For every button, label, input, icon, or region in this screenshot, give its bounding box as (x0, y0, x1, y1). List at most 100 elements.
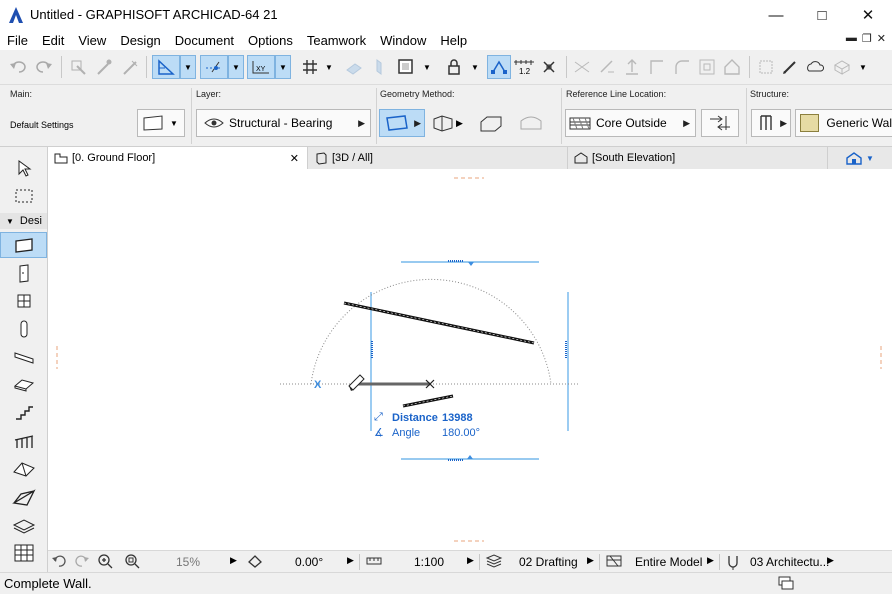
geometry-polygonal-button[interactable] (478, 109, 508, 137)
eyedropper-icon[interactable] (92, 55, 116, 79)
menu-document[interactable]: Document (168, 33, 241, 48)
tracker-distance-row[interactable]: ⤢ Distance 13988 (374, 410, 494, 425)
curtain-wall-tool[interactable] (0, 540, 47, 566)
arrow-select-tool[interactable] (0, 155, 47, 181)
structure-type-selector[interactable]: ▶ (751, 109, 791, 137)
3d-view-dropdown-icon[interactable]: ▼ (856, 55, 870, 79)
rotation-dropdown-icon[interactable]: ▶ (347, 555, 354, 566)
pick-up-parameters-icon[interactable] (66, 55, 90, 79)
zoom-dropdown-icon[interactable]: ▶ (230, 555, 237, 566)
distance-value[interactable]: 13988 (442, 412, 473, 424)
navigator-views-button[interactable]: ▼ (844, 150, 874, 166)
lock-dropdown-icon[interactable]: ▼ (468, 55, 482, 79)
minimize-button[interactable]: — (753, 0, 799, 30)
dimensions-icon[interactable]: 1.2 (512, 55, 536, 79)
redo-view-icon[interactable] (74, 553, 90, 572)
guide-lines-dropdown-icon[interactable]: ▼ (180, 55, 196, 79)
doc-close-icon[interactable]: ✕ (877, 32, 886, 45)
tracker-angle-row[interactable]: ∡ Angle 180.00° (374, 425, 494, 440)
grid-snap-dropdown-icon[interactable]: ▼ (322, 55, 336, 79)
tab-ground-floor[interactable]: [0. Ground Floor] ✕ (48, 147, 308, 169)
lock-icon[interactable] (442, 55, 466, 79)
grid-snap-icon[interactable] (298, 55, 322, 79)
adjust-icon[interactable] (595, 55, 619, 79)
pen-set-value[interactable]: 03 Architectu... (750, 555, 829, 569)
mesh-tool[interactable] (0, 512, 47, 538)
window-tool[interactable] (0, 288, 47, 314)
menu-view[interactable]: View (71, 33, 113, 48)
geometry-straight-button[interactable]: ▶ (379, 109, 425, 137)
wall-tool[interactable] (0, 232, 47, 258)
rotation-angle-value[interactable]: 0.00° (295, 555, 323, 569)
menu-file[interactable]: File (0, 33, 35, 48)
scale-dropdown-icon[interactable]: ▶ (467, 555, 474, 566)
maximize-button[interactable]: □ (799, 0, 845, 30)
3d-view-icon[interactable] (830, 55, 854, 79)
menu-options[interactable]: Options (241, 33, 300, 48)
cloud-icon[interactable] (803, 55, 827, 79)
tab-3d-all[interactable]: [3D / All] (308, 147, 568, 169)
zoom-in-icon[interactable] (97, 553, 113, 572)
layer-box-icon[interactable] (394, 55, 418, 79)
wall-settings-button[interactable]: ▼ (137, 109, 185, 137)
edit-pen-icon[interactable] (778, 55, 802, 79)
model-view-dropdown-icon[interactable]: ▶ (707, 555, 714, 566)
menu-window[interactable]: Window (373, 33, 433, 48)
menu-teamwork[interactable]: Teamwork (300, 33, 373, 48)
shell-tool[interactable] (0, 484, 47, 510)
geometry-trapezoid-button[interactable]: ▶ (430, 109, 470, 137)
floor-plan-canvas[interactable]: X ⤢ Distance 13988 ∡ Angle 180.00° (48, 169, 892, 550)
reference-line-selector[interactable]: Core Outside ▶ (565, 109, 696, 137)
layer-combination-dropdown-icon[interactable]: ▶ (587, 555, 594, 566)
layer-selector[interactable]: Structural - Bearing ▶ (196, 109, 371, 137)
split-icon[interactable] (570, 55, 594, 79)
beam-tool[interactable] (0, 344, 47, 370)
guide-lines-icon[interactable] (152, 55, 180, 79)
layer-combination-value[interactable]: 02 Drafting (519, 555, 578, 569)
design-section-header[interactable]: ▼ Desi (0, 213, 47, 229)
slab-tool[interactable] (0, 372, 47, 398)
relative-construction-icon[interactable]: XY (247, 55, 275, 79)
rotate-view-icon[interactable] (247, 554, 263, 571)
railing-tool[interactable] (0, 428, 47, 454)
flip-reference-button[interactable] (701, 109, 739, 137)
menu-edit[interactable]: Edit (35, 33, 71, 48)
close-tab-icon[interactable]: ✕ (290, 152, 299, 165)
close-button[interactable]: ✕ (845, 0, 891, 30)
snap-guides-dropdown-icon[interactable]: ▼ (228, 55, 244, 79)
tab-south-elevation[interactable]: [South Elevation] (568, 147, 828, 169)
undo-view-icon[interactable] (51, 553, 67, 572)
undo-icon[interactable] (6, 55, 30, 79)
vertical-plane-icon[interactable] (366, 55, 390, 79)
syringe-icon[interactable] (118, 55, 142, 79)
relative-construction-dropdown-icon[interactable]: ▼ (275, 55, 291, 79)
window-mode-icon[interactable] (777, 575, 795, 594)
fit-in-window-icon[interactable] (124, 553, 140, 572)
zoom-value[interactable]: 15% (176, 555, 200, 569)
column-tool[interactable] (0, 260, 47, 286)
model-view-value[interactable]: Entire Model (635, 555, 702, 569)
redo-icon[interactable] (32, 55, 56, 79)
menu-design[interactable]: Design (113, 33, 167, 48)
fillet-icon[interactable] (670, 55, 694, 79)
angle-value[interactable]: 180.00° (442, 427, 480, 439)
marquee-tool[interactable] (0, 183, 47, 209)
layer-box-dropdown-icon[interactable]: ▼ (420, 55, 434, 79)
elevate-icon[interactable] (620, 55, 644, 79)
suspend-groups-icon[interactable] (487, 55, 511, 79)
stair-tool[interactable] (0, 400, 47, 426)
door-tool[interactable] (0, 316, 47, 342)
group-icon[interactable] (754, 55, 778, 79)
trim-cross-icon[interactable] (537, 55, 561, 79)
intersect-icon[interactable] (645, 55, 669, 79)
menu-help[interactable]: Help (433, 33, 474, 48)
plane-icon[interactable] (342, 55, 366, 79)
doc-restore-icon[interactable]: ❐ (862, 32, 872, 45)
doc-minimize-icon[interactable]: ▬ (846, 32, 857, 45)
drawing-area[interactable]: X (48, 169, 892, 550)
roof-tool[interactable] (0, 456, 47, 482)
snap-guides-icon[interactable] (200, 55, 228, 79)
roof-icon[interactable] (720, 55, 744, 79)
scale-value[interactable]: 1:100 (414, 555, 444, 569)
pen-set-dropdown-icon[interactable]: ▶ (827, 555, 834, 566)
